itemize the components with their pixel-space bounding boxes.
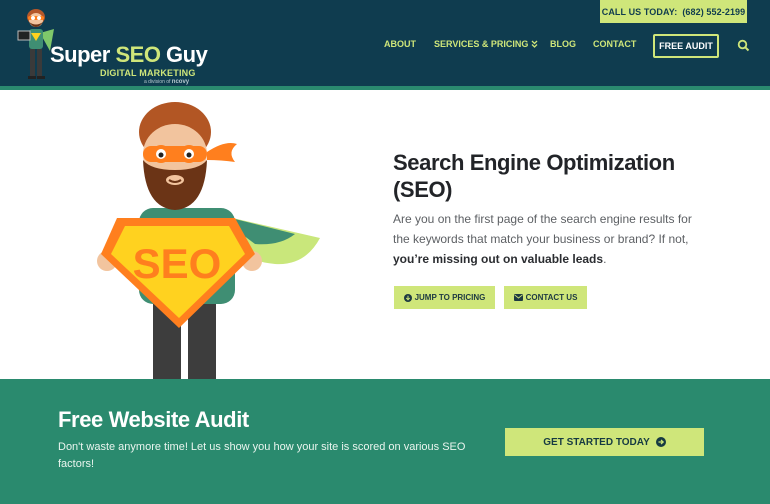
- nav-about[interactable]: ABOUT: [384, 39, 416, 49]
- call-label: CALL US TODAY:: [601, 6, 678, 17]
- jump-to-pricing-button[interactable]: JUMP TO PRICING: [394, 286, 495, 309]
- search-icon[interactable]: [737, 39, 750, 52]
- nav-services-pricing[interactable]: SERVICES & PRICING: [434, 39, 538, 49]
- arrow-circle-down-icon: [403, 293, 412, 302]
- free-audit-section: Free Website Audit Don't waste anymore t…: [0, 379, 770, 504]
- contact-us-label: CONTACT US: [525, 293, 578, 302]
- cta-body: Don't waste anymore time! Let us show yo…: [58, 441, 466, 470]
- header-accent-bar: [0, 86, 770, 90]
- phone-number[interactable]: (682) 552-2199: [682, 7, 745, 17]
- logo-tagline-text: a division of: [144, 79, 171, 85]
- get-started-label: GET STARTED TODAY: [543, 436, 650, 448]
- contact-us-button[interactable]: CONTACT US: [504, 286, 587, 309]
- main-nav: ABOUT SERVICES & PRICING BLOG CONTACT FR…: [0, 34, 770, 58]
- hero-body-end: .: [603, 252, 607, 266]
- arrow-circle-right-icon: [655, 437, 666, 447]
- shield-seo-text: SEO: [133, 240, 222, 287]
- nav-services-label: SERVICES & PRICING: [434, 39, 529, 49]
- logo-subtitle: DIGITAL MARKETING: [100, 68, 196, 78]
- hero-body: Are you on the first page of the search …: [393, 209, 703, 269]
- nav-contact[interactable]: CONTACT: [593, 39, 636, 49]
- double-chevron-down-icon: [531, 40, 538, 48]
- call-us-bar[interactable]: CALL US TODAY: (682) 552-2199: [600, 0, 747, 23]
- nav-blog[interactable]: BLOG: [550, 39, 576, 49]
- get-started-button[interactable]: GET STARTED TODAY: [505, 428, 704, 456]
- seo-superhero-illustration: SEO: [97, 102, 320, 380]
- hero-title: Search Engine Optimization (SEO): [393, 150, 675, 202]
- cta-title: Free Website Audit: [58, 407, 249, 432]
- nav-free-audit-button[interactable]: FREE AUDIT: [653, 34, 719, 58]
- hero-body-text: Are you on the first page of the search …: [393, 212, 692, 246]
- logo-tagline: a division of ncovy: [144, 79, 189, 85]
- envelope-icon: [513, 294, 523, 301]
- logo-tagline-brand: ncovy: [171, 79, 190, 85]
- hero-body-emphasis: you’re missing out on valuable leads: [393, 252, 604, 266]
- jump-to-pricing-label: JUMP TO PRICING: [414, 293, 486, 302]
